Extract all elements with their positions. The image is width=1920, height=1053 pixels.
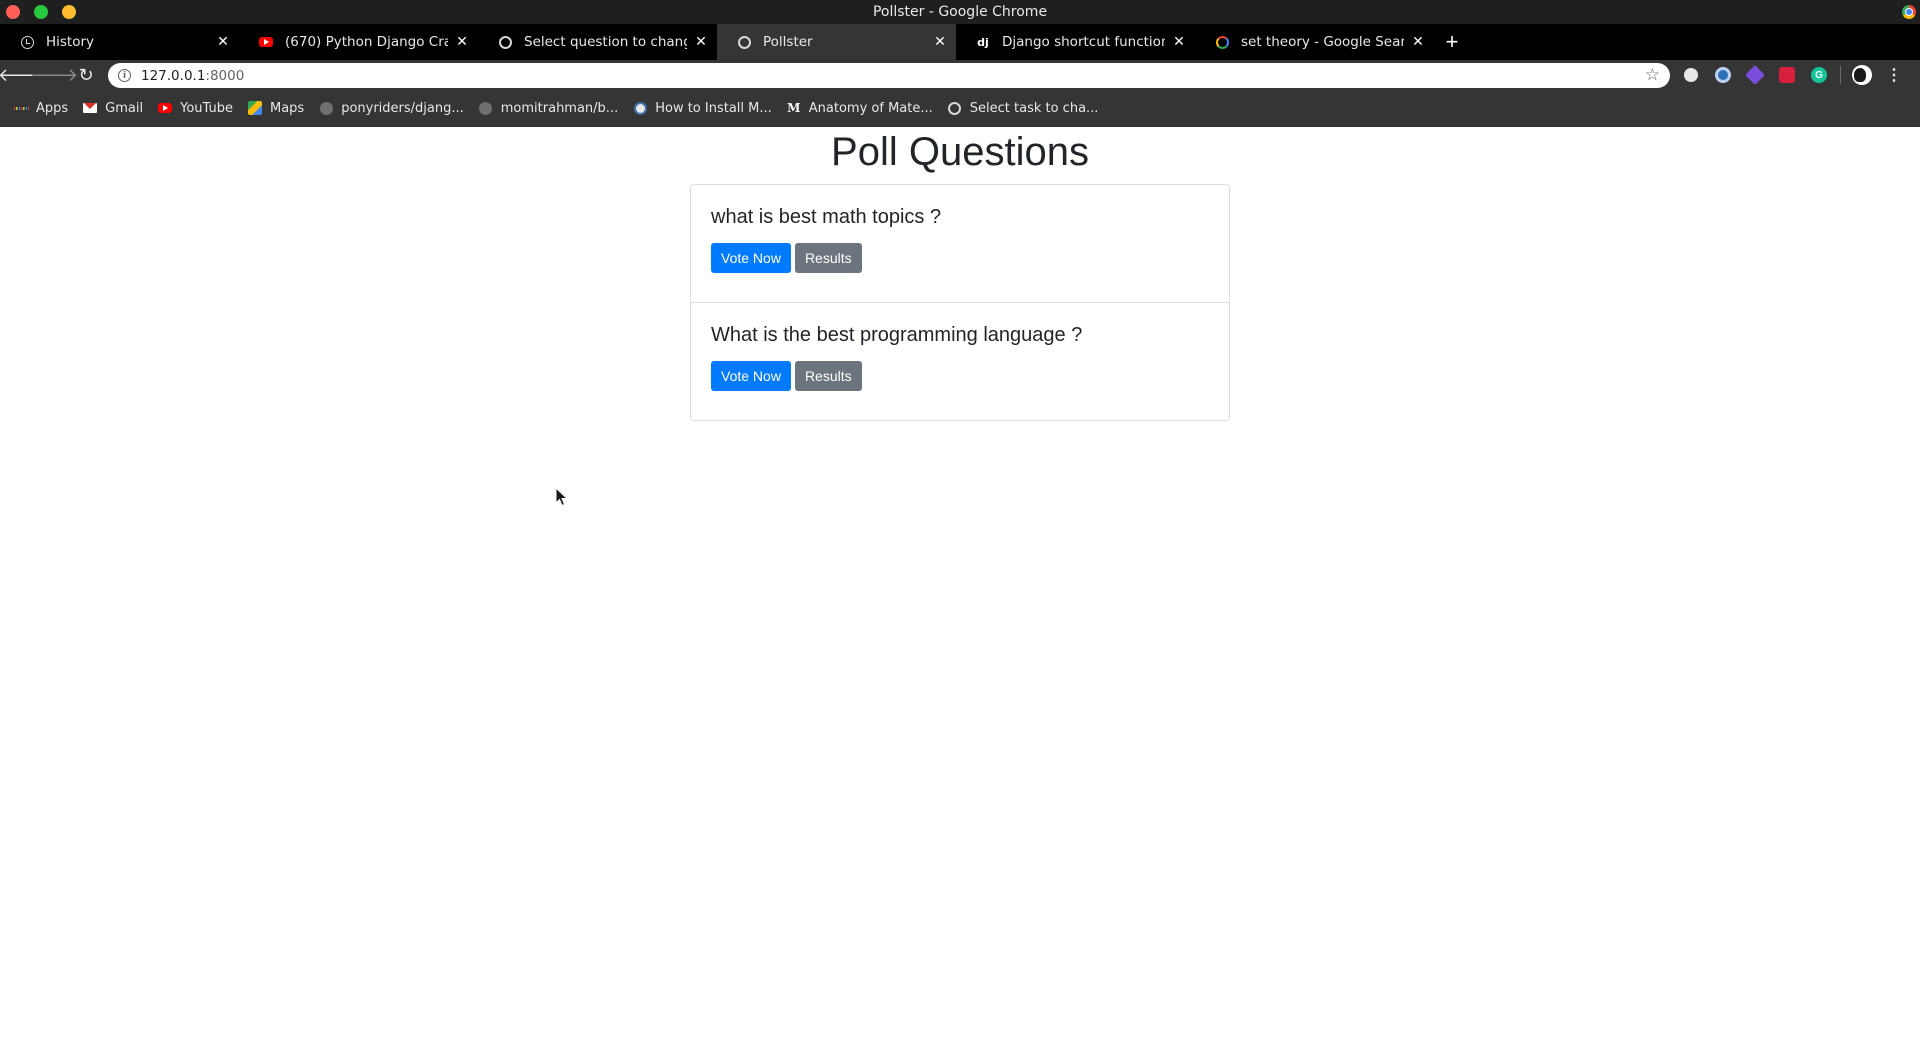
bookmark-star-icon[interactable]: ☆	[1645, 65, 1660, 85]
bookmark-label: Apps	[36, 100, 69, 116]
vote-now-button[interactable]: Vote Now	[711, 243, 791, 273]
extension-red-icon[interactable]	[1776, 64, 1798, 86]
globe-icon	[948, 101, 962, 115]
bookmark-label: How to Install M...	[655, 100, 772, 116]
close-tab-icon[interactable]: ✕	[215, 34, 231, 50]
close-tab-icon[interactable]: ✕	[454, 34, 470, 50]
window-controls	[6, 5, 76, 19]
close-tab-icon[interactable]: ✕	[1171, 34, 1187, 50]
django-icon: dj	[977, 35, 989, 49]
bookmark-ponyriders[interactable]: ponyriders/djang...	[319, 101, 464, 116]
extension-gem-icon[interactable]	[1744, 64, 1766, 86]
bookmarks-bar: Apps Gmail YouTube Maps ponyriders/djang…	[0, 90, 1920, 127]
maps-icon	[247, 101, 262, 115]
question-list: what is best math topics ? Vote Now Resu…	[690, 184, 1230, 421]
tab-pollster[interactable]: Pollster ✕	[717, 24, 956, 60]
tab-strip: History ✕ (670) Python Django Crash Co ✕…	[0, 24, 1920, 60]
bookmark-how-to-install[interactable]: How to Install M...	[633, 101, 772, 116]
list-item: What is the best programming language ? …	[690, 302, 1230, 421]
tab-label: Select question to change | D	[524, 34, 687, 50]
reload-button[interactable]: ↻	[70, 60, 102, 90]
close-tab-icon[interactable]: ✕	[932, 34, 948, 50]
youtube-icon	[259, 35, 273, 49]
tab-label: Django shortcut functions | D	[1002, 34, 1165, 50]
vote-now-button[interactable]: Vote Now	[711, 361, 791, 391]
tab-history[interactable]: History ✕	[0, 24, 239, 60]
google-icon	[1215, 35, 1229, 49]
url-port: :8000	[205, 67, 245, 84]
github-icon	[319, 101, 333, 115]
question-text: What is the best programming language ?	[711, 324, 1083, 346]
bookmark-label: YouTube	[180, 100, 233, 116]
bookmark-youtube[interactable]: YouTube	[158, 101, 233, 116]
page-title: Poll Questions	[831, 130, 1089, 174]
github-icon	[479, 101, 493, 115]
extension-circle-icon[interactable]	[1712, 64, 1734, 86]
bookmark-gmail[interactable]: Gmail	[83, 101, 143, 116]
apps-grid-icon	[14, 101, 28, 115]
tab-label: History	[46, 34, 95, 50]
minimize-window-button[interactable]	[34, 5, 48, 19]
list-item: what is best math topics ? Vote Now Resu…	[690, 184, 1230, 303]
page-content: Poll Questions what is best math topics …	[0, 128, 1920, 1053]
close-tab-icon[interactable]: ✕	[1410, 34, 1426, 50]
window-titlebar: Pollster - Google Chrome	[0, 0, 1920, 24]
results-button[interactable]: Results	[794, 361, 862, 391]
question-text: what is best math topics ?	[711, 206, 942, 228]
gmail-icon	[83, 101, 98, 115]
close-tab-icon[interactable]: ✕	[693, 34, 709, 50]
react-devtools-icon[interactable]	[1680, 64, 1702, 86]
bookmark-select-task[interactable]: Select task to cha...	[948, 100, 1099, 116]
extensions-area: G ⋮	[1680, 60, 1905, 90]
url-host: 127.0.0.1	[141, 67, 206, 84]
wordpress-icon	[633, 101, 647, 115]
profile-avatar[interactable]	[1851, 64, 1873, 86]
maximize-window-button[interactable]	[62, 5, 76, 19]
bookmark-label: Select task to cha...	[969, 100, 1099, 116]
tab-label: (670) Python Django Crash Co	[285, 34, 448, 50]
history-icon	[20, 35, 34, 49]
question-actions: Vote Now Results	[711, 361, 1209, 391]
bookmark-anatomy[interactable]: M Anatomy of Mate...	[787, 101, 933, 116]
browser-toolbar: 🡐 🡒 ↻ i 127.0.0.1:8000 ☆ G ⋮	[0, 60, 1920, 90]
question-actions: Vote Now Results	[711, 243, 1209, 273]
menu-kebab-icon[interactable]: ⋮	[1883, 64, 1905, 86]
new-tab-button[interactable]: +	[1434, 24, 1470, 60]
bookmark-label: ponyriders/djang...	[341, 100, 464, 116]
tab-label: Pollster	[763, 34, 813, 50]
bookmark-label: Anatomy of Mate...	[808, 100, 933, 116]
window-title: Pollster - Google Chrome	[872, 4, 1048, 20]
globe-icon	[498, 35, 512, 49]
youtube-icon	[158, 101, 173, 115]
close-window-button[interactable]	[6, 5, 20, 19]
tab-select-question[interactable]: Select question to change | D ✕	[478, 24, 717, 60]
medium-icon: M	[787, 101, 801, 115]
tab-set-theory-search[interactable]: set theory - Google Search ✕	[1195, 24, 1434, 60]
bookmark-momitrahman[interactable]: momitrahman/b...	[479, 101, 618, 116]
bookmark-apps[interactable]: Apps	[14, 101, 68, 116]
site-info-icon[interactable]: i	[118, 69, 131, 82]
bookmark-label: momitrahman/b...	[500, 100, 619, 116]
bookmark-maps[interactable]: Maps	[247, 100, 305, 116]
tab-youtube-django-crash-course[interactable]: (670) Python Django Crash Co ✕	[239, 24, 478, 60]
grammarly-icon[interactable]: G	[1808, 64, 1830, 86]
forward-button[interactable]: 🡒	[30, 60, 78, 90]
results-button[interactable]: Results	[794, 243, 862, 273]
bookmark-label: Gmail	[105, 100, 144, 116]
chrome-icon	[1902, 5, 1916, 19]
globe-icon	[737, 35, 751, 49]
address-bar[interactable]: i 127.0.0.1:8000 ☆	[108, 63, 1670, 88]
bookmark-label: Maps	[269, 100, 305, 116]
tab-label: set theory - Google Search	[1241, 34, 1404, 50]
tab-django-shortcuts[interactable]: dj Django shortcut functions | D ✕	[956, 24, 1195, 60]
toolbar-divider	[1840, 66, 1841, 84]
